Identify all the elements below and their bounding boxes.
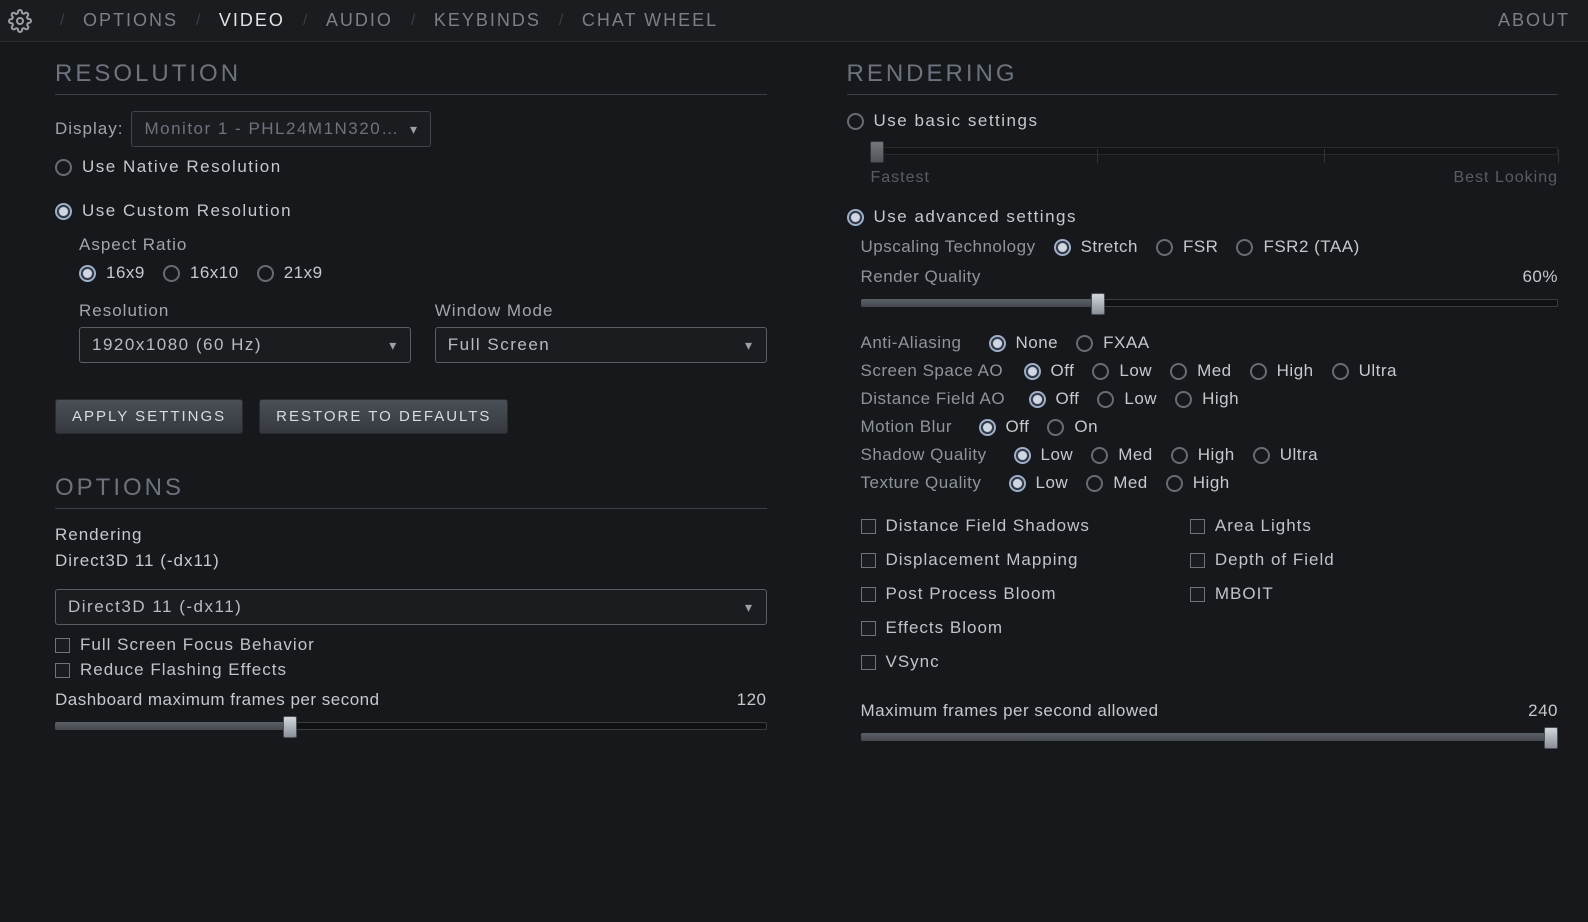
rendering-current: Direct3D 11 (-dx11) [55, 551, 767, 571]
chevron-down-icon: ▾ [745, 337, 754, 354]
shadow-high[interactable]: High [1171, 445, 1235, 465]
display-label: Display: [55, 119, 123, 139]
dashboard-fps-label: Dashboard maximum frames per second [55, 690, 380, 710]
rendering-label: Rendering [55, 525, 767, 545]
rendering-heading: RENDERING [847, 60, 1559, 88]
gear-icon [6, 7, 34, 35]
rendering-api-select[interactable]: Direct3D 11 (-dx11) ▾ [55, 589, 767, 625]
ssao-off[interactable]: Off [1024, 361, 1075, 381]
aa-none[interactable]: None [989, 333, 1059, 353]
upscale-stretch[interactable]: Stretch [1054, 237, 1138, 257]
shadow-low[interactable]: Low [1014, 445, 1074, 465]
dashboard-fps-value: 120 [737, 690, 767, 710]
aa-fxaa[interactable]: FXAA [1076, 333, 1149, 353]
check-pp-bloom[interactable]: Post Process Bloom [861, 584, 1090, 604]
nav-about[interactable]: ABOUT [1498, 10, 1570, 31]
basic-quality-slider[interactable] [871, 141, 1559, 159]
ssao-low[interactable]: Low [1092, 361, 1152, 381]
texture-low[interactable]: Low [1009, 473, 1069, 493]
restore-defaults-button[interactable]: RESTORE TO DEFAULTS [259, 399, 508, 434]
check-vsync[interactable]: VSync [861, 652, 1090, 672]
upscale-fsr2[interactable]: FSR2 (TAA) [1236, 237, 1359, 257]
basic-fastest-label: Fastest [871, 169, 930, 187]
aspect-21x9[interactable]: 21x9 [257, 263, 323, 283]
check-effects-bloom[interactable]: Effects Bloom [861, 618, 1090, 638]
dashboard-fps-slider[interactable] [55, 716, 767, 734]
nav-keybinds[interactable]: KEYBINDS [434, 10, 541, 31]
window-mode-label: Window Mode [435, 301, 767, 321]
upscale-label: Upscaling Technology [861, 237, 1036, 257]
nav-audio[interactable]: AUDIO [326, 10, 393, 31]
nav-video[interactable]: VIDEO [219, 10, 285, 31]
aspect-16x9[interactable]: 16x9 [79, 263, 145, 283]
texture-high[interactable]: High [1166, 473, 1230, 493]
mblur-label: Motion Blur [861, 417, 961, 437]
radio-advanced-settings[interactable]: Use advanced settings [847, 207, 1559, 227]
radio-native-resolution[interactable]: Use Native Resolution [55, 157, 767, 177]
maxfps-slider[interactable] [861, 727, 1559, 745]
display-select[interactable]: Monitor 1 - PHL24M1N320… ▾ [131, 111, 431, 147]
resolution-label: Resolution [79, 301, 411, 321]
nav-options[interactable]: OPTIONS [83, 10, 178, 31]
check-mboit[interactable]: MBOIT [1190, 584, 1335, 604]
renderq-value: 60% [1522, 267, 1558, 287]
top-nav: / OPTIONS / VIDEO / AUDIO / KEYBINDS / C… [0, 0, 1588, 42]
shadow-ultra[interactable]: Ultra [1253, 445, 1318, 465]
options-heading: OPTIONS [55, 474, 767, 502]
shadow-med[interactable]: Med [1091, 445, 1153, 465]
maxfps-label: Maximum frames per second allowed [861, 701, 1159, 721]
texture-label: Texture Quality [861, 473, 991, 493]
check-dfshadows[interactable]: Distance Field Shadows [861, 516, 1090, 536]
check-dof[interactable]: Depth of Field [1190, 550, 1335, 570]
radio-custom-resolution[interactable]: Use Custom Resolution [55, 201, 767, 221]
ssao-label: Screen Space AO [861, 361, 1006, 381]
ssao-ultra[interactable]: Ultra [1332, 361, 1397, 381]
aa-label: Anti-Aliasing [861, 333, 971, 353]
shadow-label: Shadow Quality [861, 445, 996, 465]
check-area-lights[interactable]: Area Lights [1190, 516, 1335, 536]
nav-chatwheel[interactable]: CHAT WHEEL [582, 10, 718, 31]
maxfps-value: 240 [1528, 701, 1558, 721]
aspect-16x10[interactable]: 16x10 [163, 263, 239, 283]
dfao-label: Distance Field AO [861, 389, 1011, 409]
upscale-fsr[interactable]: FSR [1156, 237, 1219, 257]
texture-med[interactable]: Med [1086, 473, 1148, 493]
renderq-label: Render Quality [861, 267, 1031, 287]
window-mode-select[interactable]: Full Screen ▾ [435, 327, 767, 363]
chevron-down-icon: ▾ [389, 337, 398, 354]
dfao-high[interactable]: High [1175, 389, 1239, 409]
check-reduce-flashing[interactable]: Reduce Flashing Effects [55, 660, 767, 680]
dfao-off[interactable]: Off [1029, 389, 1080, 409]
mblur-off[interactable]: Off [979, 417, 1030, 437]
resolution-select[interactable]: 1920x1080 (60 Hz) ▾ [79, 327, 411, 363]
aspect-ratio-label: Aspect Ratio [79, 235, 767, 255]
dfao-low[interactable]: Low [1097, 389, 1157, 409]
chevron-down-icon: ▾ [745, 599, 754, 616]
check-fullscreen-focus[interactable]: Full Screen Focus Behavior [55, 635, 767, 655]
mblur-on[interactable]: On [1047, 417, 1098, 437]
ssao-med[interactable]: Med [1170, 361, 1232, 381]
radio-basic-settings[interactable]: Use basic settings [847, 111, 1559, 131]
check-displacement[interactable]: Displacement Mapping [861, 550, 1090, 570]
chevron-down-icon: ▾ [410, 121, 419, 138]
render-quality-slider[interactable] [861, 293, 1559, 311]
apply-settings-button[interactable]: APPLY SETTINGS [55, 399, 243, 434]
resolution-heading: RESOLUTION [55, 60, 767, 88]
ssao-high[interactable]: High [1250, 361, 1314, 381]
basic-best-label: Best Looking [1453, 169, 1558, 187]
